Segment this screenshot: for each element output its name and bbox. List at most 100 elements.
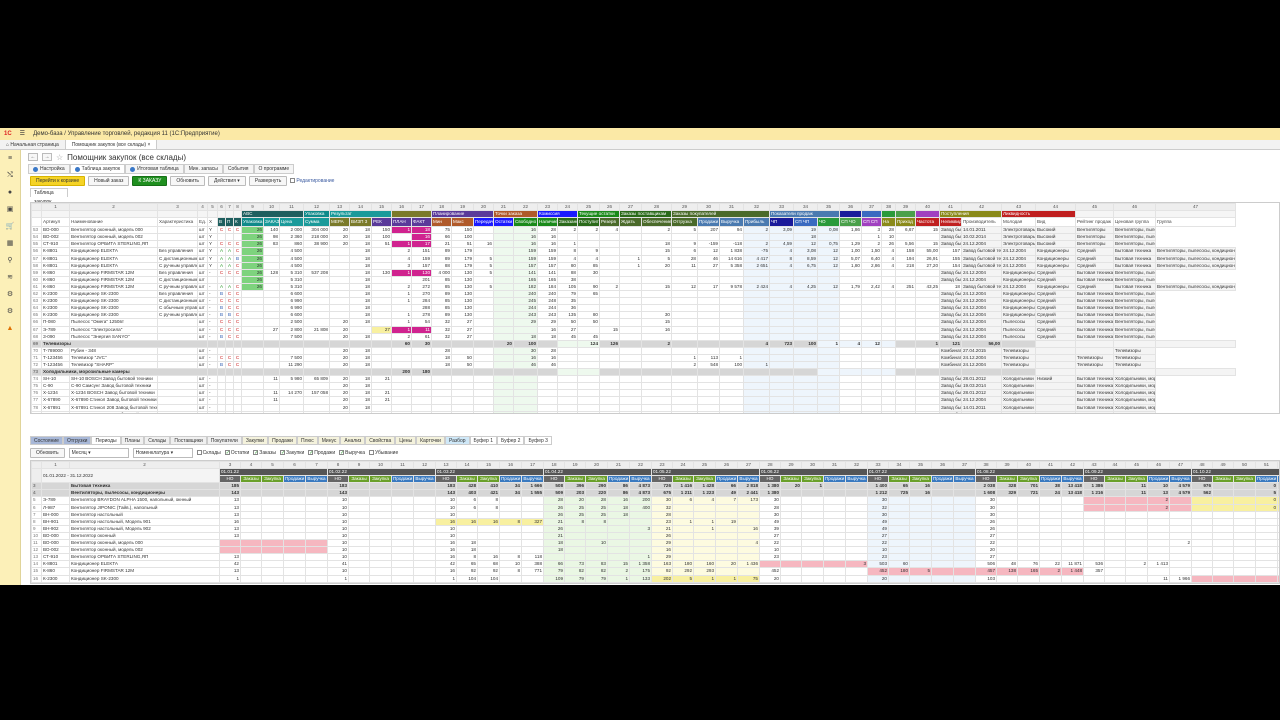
bottom-tab[interactable]: Закупки (241, 436, 269, 445)
table-row[interactable]: 78 Х-67891 Х-67891 Стинол 208 Завод бытово… (31, 403, 1236, 412)
table-row[interactable]: 6 Л-987 Вентилятор JIPONIC (Тайв.), наполь… (31, 503, 1279, 512)
money-icon[interactable]: ● (0, 184, 20, 201)
group-row[interactable]: 69 Телевизоры 60 30 20 100 124 126 2 4 723 100 1 4 12 1… (31, 339, 1236, 348)
tab-home[interactable]: ⌂ Начальная страница (0, 140, 66, 149)
bottom-tab[interactable]: Продажи (268, 436, 297, 445)
bottom-tab[interactable]: Анализ (340, 436, 366, 445)
table-row[interactable]: 59 К-860 Кондиционер FIRMSTAR 12М Без управ… (31, 268, 1236, 277)
refresh-button[interactable]: Обновить (170, 175, 206, 186)
subtab-purchase-table[interactable]: Таблица закупок (30, 188, 68, 205)
table-row[interactable]: 77 Х-67890 Х-67890 Стинол Завод бытовой те… (31, 396, 1236, 405)
table-row[interactable]: 54 ВО-002 Вентилятор оконный, модель 002 шт… (31, 233, 1236, 242)
bottom-tab[interactable]: Свойства (365, 436, 396, 445)
tools-icon[interactable]: ⚲ (0, 252, 20, 269)
bottom-tab[interactable]: Буфер 3 (524, 436, 552, 445)
bottom-tab[interactable]: Разбор (444, 436, 470, 445)
back-button[interactable]: ← (28, 153, 38, 161)
bottom-tab[interactable]: Плюс (296, 436, 318, 445)
table-row[interactable]: 62 К-2300 Кондиционер SK-2300 Без управлени… (31, 290, 1236, 299)
bottom-tab[interactable]: Минус (317, 436, 341, 445)
table-row[interactable]: 63 К-2300 Кондиционер SK-2300 С дистанционн… (31, 297, 1236, 306)
bottom-tab[interactable]: Поставщики (170, 436, 207, 445)
table-row[interactable]: 68 З-090 Пылесос "Энергия SANYO" шт - B C C 7 50… (31, 332, 1236, 341)
edit-checkbox[interactable]: Редактирование (290, 178, 334, 184)
gear-icon[interactable]: ⚙ (0, 286, 20, 303)
table-row[interactable]: 65 К-2300 Кондиционер SK-2300 С ручным упра… (31, 311, 1236, 320)
table-row[interactable]: 56 К-8801 Кондиционер ELEKTA Без управления… (31, 247, 1236, 256)
group-row[interactable]: 3 Бытовая техника 185 183 183 428 410 34 1 666 50… (31, 482, 1279, 491)
new-order-button[interactable]: Новый заказ (88, 175, 130, 186)
table-row[interactable]: 8 ВН-901 Вентилятор настольный, Модель 901… (31, 517, 1279, 526)
option-checkbox[interactable]: ✓Остатки (224, 450, 249, 456)
option-checkbox[interactable]: ✓Продажи (308, 450, 335, 456)
bottom-tab[interactable]: Покупатели (206, 436, 242, 445)
periods-table[interactable]: 1 2 3 4 5 6 7 8 9 10 11 12 13 14 15 16 17 18 19 20 21 22 23 24 2… (30, 460, 1280, 584)
table-row[interactable]: 10 ВО-000 Вентилятор оконный 13 10 10 21 26 27 27… (31, 531, 1279, 541)
table-row[interactable]: 76 Х-1234 Х-1234 BOSCH Завод бытовой техни… (31, 389, 1236, 398)
table-row[interactable]: 14 К-8801 Кондиционер ELEKTA 42 41 42 65 68 10 38… (31, 560, 1279, 569)
option-checkbox[interactable]: ✓Выручка (339, 450, 365, 456)
grid-icon[interactable]: ▦ (0, 235, 20, 252)
form-tab[interactable]: Итоговая таблица (125, 164, 184, 174)
table-row[interactable]: 58 К-8801 Кондиционер ELEKTA С ручным управ… (31, 261, 1236, 270)
table-row[interactable]: 57 К-8801 Кондиционер ELEKTA С дистанционны… (31, 254, 1236, 263)
form-tab[interactable]: Настройка (28, 164, 70, 174)
table-row[interactable]: 13 СТ-910 Вентилятор ОРБИТА STERLING,ЯП 13 1… (31, 553, 1279, 562)
bottom-tab[interactable]: Состояние (30, 436, 63, 445)
menu-icon[interactable]: ≡ (0, 150, 20, 167)
stats-icon[interactable]: ≋ (0, 269, 20, 286)
bottom-tab[interactable]: Карточки (416, 436, 445, 445)
bottom-refresh-button[interactable]: Обновить (30, 448, 65, 458)
table-row[interactable]: 67 Э-789 Пылесос "Электросила" шт - C C C 27 2 80… (31, 325, 1236, 334)
option-checkbox[interactable]: ✓Заказы (253, 450, 276, 456)
form-tab[interactable]: Таблица закупок (69, 164, 126, 174)
bag-icon[interactable]: ▣ (0, 201, 20, 218)
form-tab[interactable]: Мин. запасы (183, 164, 223, 174)
period-select[interactable]: Месяц ▾ (68, 448, 129, 458)
form-tab[interactable]: О программе (253, 164, 295, 174)
forward-button[interactable]: → (42, 153, 52, 161)
table-row[interactable]: 12 ВО-002 Вентилятор оконный, модель 002 10… (31, 546, 1279, 555)
table-row[interactable]: 64 К-2300 Кондиционер SK-2300 С обычным упр… (31, 304, 1236, 313)
bottom-tab[interactable]: Буфер 1 (469, 436, 497, 445)
actions-button[interactable]: Действия ▾ (208, 175, 246, 186)
group-row[interactable]: 73 Холодильники, морозильные камеры 200 180 (31, 368, 1236, 377)
purchase-table[interactable]: 1 2 3 4 5 6 7 8 9 10 11 12 13 14 15 16 17 18 19 20 21 22 23 24 2… (30, 202, 1280, 414)
grouping-select[interactable]: Номенклатура ▾ (132, 448, 193, 458)
table-row[interactable]: 66 П-080 Пылесос "Омега" 1250вт шт - C C C 2 500… (31, 318, 1236, 327)
go-to-basket-button[interactable]: Перейти к корзине (30, 175, 86, 186)
favorite-star-icon[interactable]: ☆ (56, 153, 63, 162)
table-row[interactable]: 79Х-67891Х-67891 Стинол Завод бытовой те… (31, 410, 1236, 413)
tab-purchase-helper[interactable]: Помощник закупок (все склады) × (65, 140, 158, 149)
cart-icon[interactable]: 🛒 (0, 218, 20, 235)
table-row[interactable]: 55 СТ-910 Вентилятор ОРБИТА STERLING,ЯП шт Y… (31, 240, 1236, 249)
table-row[interactable]: 16 К-2300 Кондиционер SK-2300 1 1 1 104 104 109 7… (31, 574, 1279, 583)
table-row[interactable]: 53 ВО-000 Вентилятор оконный, модель 000 шт… (31, 226, 1236, 235)
option-checkbox[interactable]: Убывание (368, 450, 398, 456)
bottom-tab[interactable]: Отгрузки (62, 436, 92, 445)
bottom-tab[interactable]: Склады (144, 436, 171, 445)
warning-icon[interactable]: ▲ (0, 320, 20, 337)
form-tab[interactable]: События (222, 164, 254, 174)
table-row[interactable]: 17П-080Пылесос "Омега" 1250вт15101016181… (31, 581, 1279, 583)
table-row[interactable]: 71 Т-123456 Телевизор "JVC" шт - C C C 7 500 20 18… (31, 353, 1236, 362)
option-checkbox[interactable]: ✓Закупки (280, 450, 304, 456)
table-row[interactable]: 70 Т-789000 Рубин - 348 шт -20 18 28 30 28 Комбин… (31, 346, 1236, 355)
gear2-icon[interactable]: ⚙ (0, 303, 20, 320)
table-row[interactable]: 60 К-860 Кондиционер FIRMSTAR 12М С дистанц… (31, 275, 1236, 284)
table-row[interactable]: 61 К-860 Кондиционер FIRMSTAR 12М С ручным … (31, 282, 1236, 292)
expand-button[interactable]: Развернуть (248, 175, 288, 186)
menu-icon[interactable]: ☰ (20, 128, 25, 140)
bottom-tab[interactable]: Периоды (91, 436, 121, 445)
option-checkbox[interactable]: Склады (196, 450, 221, 456)
table-row[interactable]: 11 ВО-000 Вентилятор оконный, модель 000 10… (31, 539, 1279, 548)
table-row[interactable]: 9 ВН-902 Вентилятор настольный, Модель 902… (31, 524, 1279, 533)
table-row[interactable]: 72 Т-123456 Телевизор "SHARP" шт - B C C 11 290 2… (31, 360, 1236, 370)
table-row[interactable]: 5 Э-789 Вентилятор BRAYDON ALPHA 1500, нап… (31, 496, 1279, 505)
bottom-tab[interactable]: Планы (120, 436, 145, 445)
bottom-tab[interactable]: Цены (395, 436, 417, 445)
table-row[interactable]: 75 С-90 С-90 Самсунг Завод бытовой техники… (31, 382, 1236, 391)
chart-icon[interactable]: ⤭ (0, 167, 20, 184)
table-row[interactable]: 15 К-860 Кондиционер FIRMSTAR 12М 13 10 16 92 9… (31, 567, 1279, 576)
table-row[interactable]: 74 SH-10 SH-10 BOSCH Завод бытовой техники… (31, 375, 1236, 384)
